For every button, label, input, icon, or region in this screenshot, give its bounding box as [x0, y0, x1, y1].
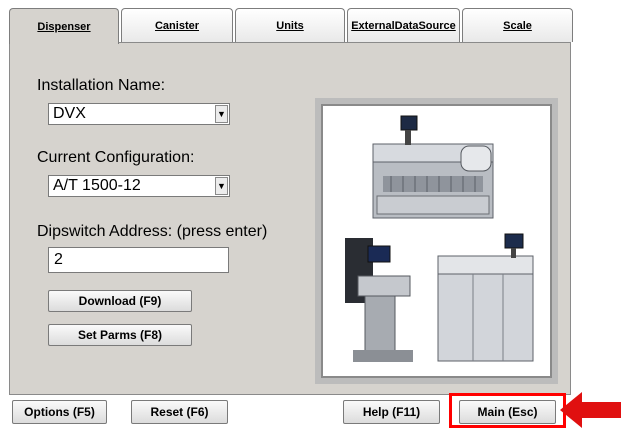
- dipswitch-address-input[interactable]: 2: [48, 247, 229, 273]
- reset-button[interactable]: Reset (F6): [131, 400, 228, 424]
- installation-name-select[interactable]: DVX ▼: [48, 103, 230, 125]
- dipswitch-address-label: Dipswitch Address: (press enter): [37, 223, 268, 240]
- tab-units[interactable]: Units: [235, 8, 345, 42]
- download-button[interactable]: Download (F9): [48, 290, 192, 312]
- current-configuration-value: A/T 1500-12: [53, 177, 141, 194]
- dispenser-machines-illustration: [345, 115, 534, 362]
- current-configuration-label: Current Configuration:: [37, 149, 195, 166]
- tab-strip: Dispenser Canister Units ExternalDataSou…: [9, 8, 573, 44]
- help-button[interactable]: Help (F11): [343, 400, 440, 424]
- installation-name-value: DVX: [53, 105, 86, 122]
- red-arrow-icon: [560, 392, 621, 428]
- main-button-highlight: [449, 393, 566, 428]
- dropdown-arrow-icon[interactable]: ▼: [215, 105, 228, 123]
- current-configuration-select[interactable]: A/T 1500-12 ▼: [48, 175, 230, 197]
- options-button[interactable]: Options (F5): [12, 400, 107, 424]
- tab-canister[interactable]: Canister: [121, 8, 233, 42]
- machine-tall: [345, 238, 413, 362]
- tab-dispenser[interactable]: Dispenser: [9, 8, 119, 44]
- installation-name-label: Installation Name:: [37, 77, 166, 94]
- dropdown-arrow-icon[interactable]: ▼: [215, 177, 228, 195]
- dispenser-product-image: [315, 98, 558, 384]
- tab-external-data-source[interactable]: ExternalDataSource: [347, 8, 460, 42]
- set-parms-button[interactable]: Set Parms (F8): [48, 324, 192, 346]
- machine-large: [372, 115, 494, 219]
- machine-cabinet: [437, 233, 534, 362]
- tab-scale[interactable]: Scale: [462, 8, 573, 42]
